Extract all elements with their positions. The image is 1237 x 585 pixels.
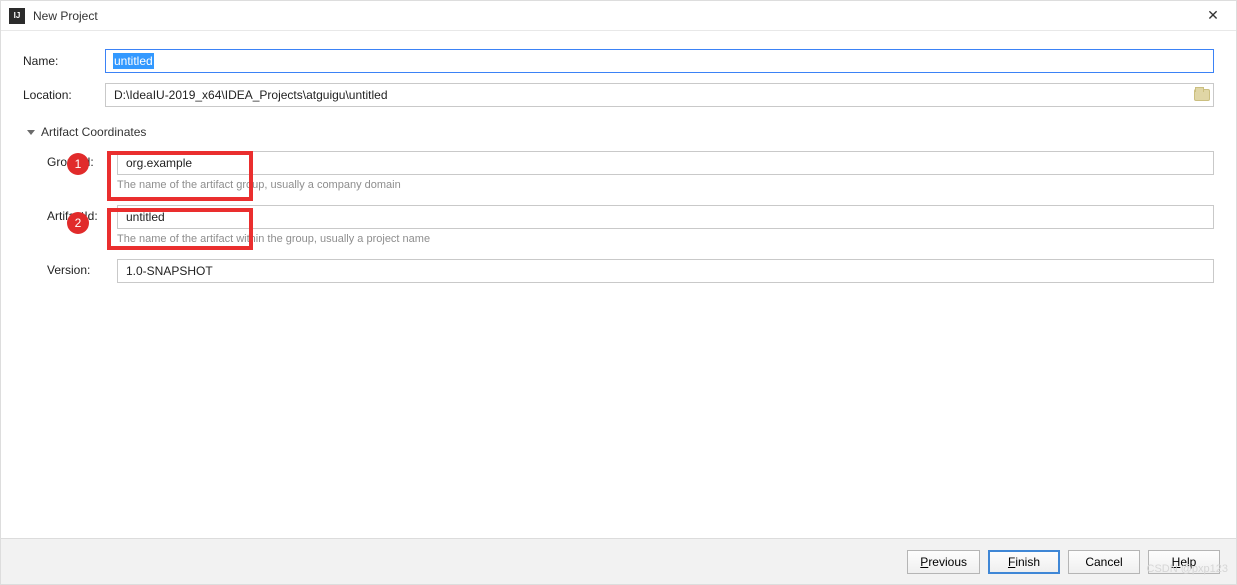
app-icon: IJ: [9, 8, 25, 24]
dialog-content: Name: untitled Location: Artifact Coordi…: [1, 31, 1236, 305]
group-id-label: GroupId:: [47, 151, 117, 169]
artifact-coordinates-body: GroupId: The name of the artifact group,…: [23, 151, 1214, 283]
version-input[interactable]: [117, 259, 1214, 283]
artifact-id-hint: The name of the artifact within the grou…: [117, 233, 1214, 245]
row-location: Location:: [23, 83, 1214, 107]
previous-button[interactable]: Previous: [907, 550, 980, 574]
location-input[interactable]: [105, 83, 1214, 107]
name-input[interactable]: [105, 49, 1214, 73]
finish-button[interactable]: Finish: [988, 550, 1060, 574]
close-icon[interactable]: ✕: [1190, 1, 1236, 30]
row-name: Name: untitled: [23, 49, 1214, 73]
window-title: New Project: [33, 9, 98, 23]
version-label: Version:: [47, 259, 117, 277]
help-button[interactable]: Help: [1148, 550, 1220, 574]
row-group-id: GroupId: The name of the artifact group,…: [47, 151, 1214, 191]
dialog-footer: Previous Finish Cancel Help: [1, 538, 1236, 584]
group-id-hint: The name of the artifact group, usually …: [117, 179, 1214, 191]
name-label: Name:: [23, 54, 105, 68]
row-version: Version:: [47, 259, 1214, 283]
chevron-down-icon: [27, 130, 35, 135]
artifact-id-input[interactable]: [117, 205, 1214, 229]
artifact-coordinates-header[interactable]: Artifact Coordinates: [27, 125, 1214, 139]
finish-label-rest: inish: [1015, 555, 1040, 569]
help-label-rest: elp: [1180, 555, 1196, 569]
previous-label-rest: revious: [928, 555, 967, 569]
group-id-input[interactable]: [117, 151, 1214, 175]
artifact-id-label: ArtifactId:: [47, 205, 117, 223]
row-artifact-id: ArtifactId: The name of the artifact wit…: [47, 205, 1214, 245]
location-label: Location:: [23, 88, 105, 102]
artifact-coordinates-title: Artifact Coordinates: [41, 125, 146, 139]
browse-folder-icon[interactable]: [1194, 87, 1210, 101]
cancel-button[interactable]: Cancel: [1068, 550, 1140, 574]
title-bar: IJ New Project ✕: [1, 1, 1236, 31]
